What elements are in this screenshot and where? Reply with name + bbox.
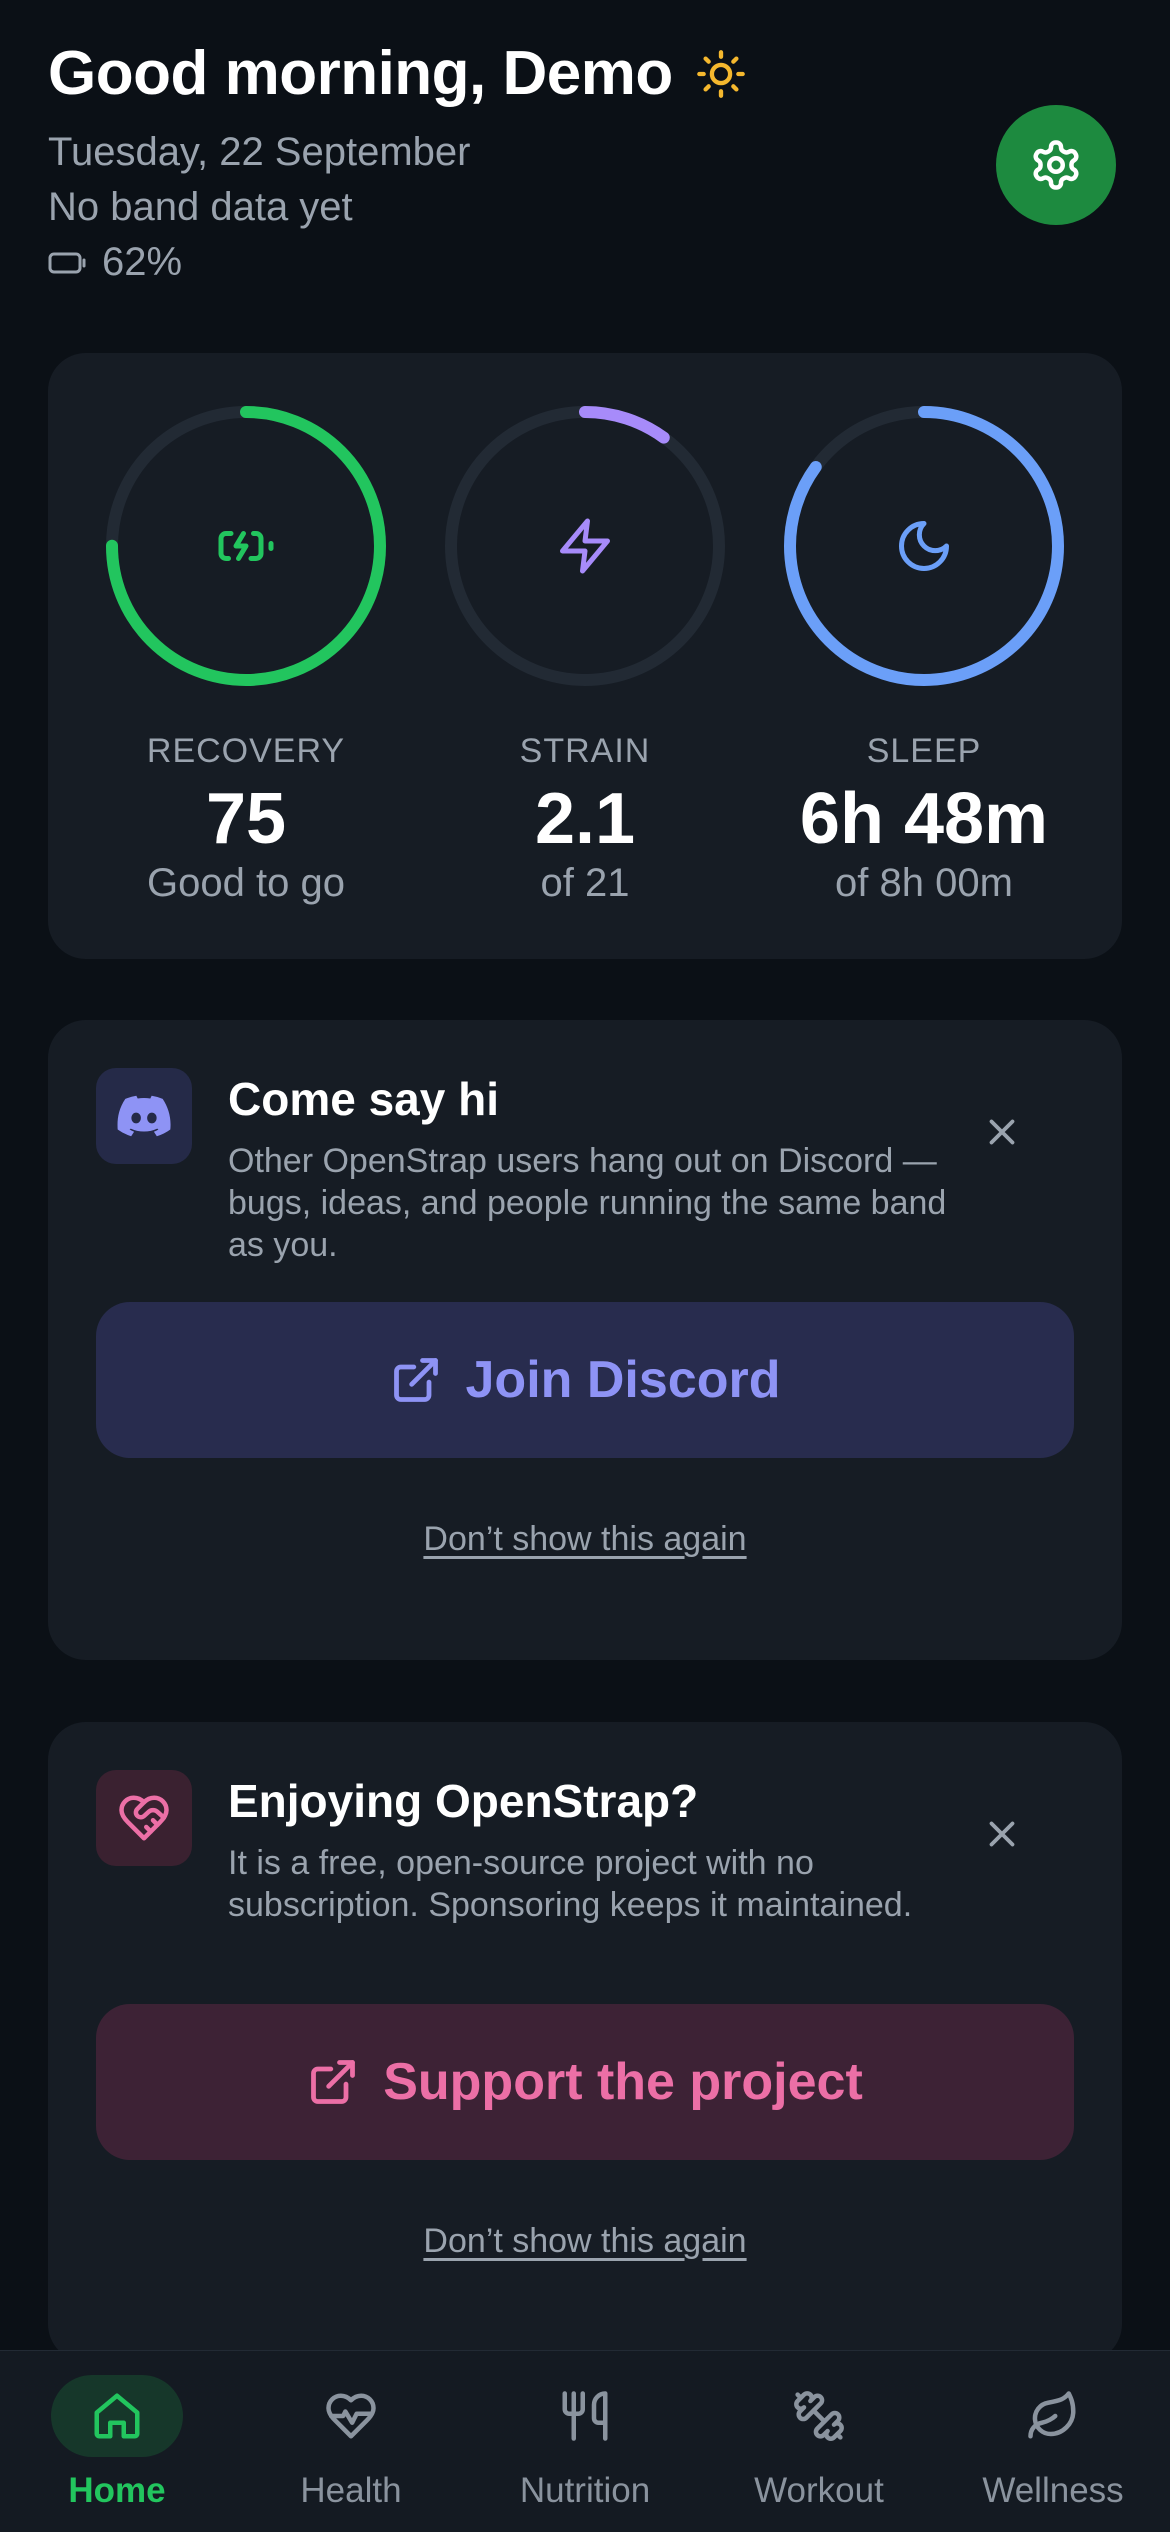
sleep-sub: of 8h 00m (835, 861, 1013, 905)
nav-nutrition-icon-wrap (519, 2375, 651, 2457)
join-discord-button[interactable]: Join Discord (96, 1302, 1074, 1458)
home-screen: Good morning, Demo Tuesday, 22 September… (0, 0, 1170, 2532)
support-project-button[interactable]: Support the project (96, 2004, 1074, 2160)
support-card: Enjoying OpenStrap? It is a free, open-s… (48, 1722, 1122, 2362)
nav-wellness-label: Wellness (982, 2471, 1124, 2510)
metrics-card: RECOVERY 75 Good to go STRAIN 2.1 of 21 (48, 353, 1122, 959)
close-icon (989, 1821, 1015, 1847)
recovery-value: 75 (205, 779, 287, 859)
greeting-text: Good morning, Demo (48, 39, 673, 108)
bottom-nav: Home Health Nutrition Workout Wellness (0, 2350, 1170, 2532)
support-title: Enjoying OpenStrap? (228, 1775, 699, 1827)
sun-icon (696, 49, 745, 98)
discord-card: Come say hi Other OpenStrap users hang o… (48, 1020, 1122, 1660)
join-discord-label: Join Discord (465, 1351, 781, 1409)
strain-label: STRAIN (519, 732, 651, 770)
battery-icon (48, 252, 86, 273)
greeting: Good morning, Demo (48, 38, 747, 109)
nav-health[interactable]: Health (234, 2375, 468, 2511)
lightning-icon (560, 518, 610, 574)
battery-status: 62% (48, 240, 182, 285)
support-dont-show-link[interactable]: Don’t show this again (48, 2222, 1122, 2261)
recovery-metric[interactable]: RECOVERY 75 Good to go (96, 398, 396, 906)
sleep-value: 6h 48m (799, 779, 1049, 859)
discord-dont-show-link[interactable]: Don’t show this again (48, 1520, 1122, 1559)
utensils-icon (562, 2391, 608, 2441)
battery-percent: 62% (102, 240, 183, 284)
nav-workout[interactable]: Workout (702, 2375, 936, 2511)
nav-workout-icon-wrap (753, 2375, 885, 2457)
support-close-button[interactable] (978, 1810, 1026, 1858)
discord-description: Other OpenStrap users hang out on Discor… (228, 1142, 947, 1264)
nav-health-icon-wrap (285, 2375, 417, 2457)
recovery-ring (106, 406, 386, 686)
nav-nutrition[interactable]: Nutrition (468, 2375, 702, 2511)
discord-close-button[interactable] (978, 1108, 1026, 1156)
heart-handshake-icon (119, 1795, 169, 1841)
support-project-label: Support the project (383, 2053, 863, 2111)
moon-icon (899, 521, 949, 571)
date-text: Tuesday, 22 September (48, 130, 471, 174)
external-link-icon (311, 2060, 356, 2104)
discord-icon-box (96, 1068, 192, 1164)
external-link-icon (393, 1358, 438, 1402)
nav-home[interactable]: Home (0, 2375, 234, 2511)
nav-wellness-icon-wrap (987, 2375, 1119, 2457)
home-icon (94, 2393, 140, 2439)
dumbbell-icon (794, 2391, 844, 2441)
support-icon-box (96, 1770, 192, 1866)
nav-wellness[interactable]: Wellness (936, 2375, 1170, 2511)
discord-icon (117, 1095, 171, 1137)
band-status: No band data yet (48, 185, 353, 229)
gear-icon (1033, 140, 1079, 190)
discord-title: Come say hi (228, 1073, 499, 1125)
strain-ring (445, 406, 725, 686)
strain-metric[interactable]: STRAIN 2.1 of 21 (435, 398, 735, 906)
nav-health-label: Health (300, 2471, 402, 2510)
strain-sub: of 21 (540, 861, 630, 905)
strain-value: 2.1 (534, 779, 636, 859)
sleep-metric[interactable]: SLEEP 6h 48m of 8h 00m (774, 398, 1074, 906)
nav-nutrition-label: Nutrition (519, 2471, 651, 2510)
settings-button[interactable] (996, 105, 1116, 225)
support-description: It is a free, open-source project with n… (228, 1844, 913, 1924)
recovery-label: RECOVERY (146, 732, 346, 770)
nav-home-icon-wrap (51, 2375, 183, 2457)
nav-workout-label: Workout (754, 2471, 884, 2510)
sleep-label: SLEEP (866, 732, 982, 770)
leaf-icon (1028, 2391, 1076, 2439)
close-icon (989, 1119, 1015, 1145)
sleep-ring (784, 406, 1064, 686)
recovery-sub: Good to go (147, 861, 345, 905)
heart-pulse-icon (326, 2393, 376, 2439)
nav-home-label: Home (68, 2471, 166, 2510)
battery-charging-icon (218, 531, 274, 561)
